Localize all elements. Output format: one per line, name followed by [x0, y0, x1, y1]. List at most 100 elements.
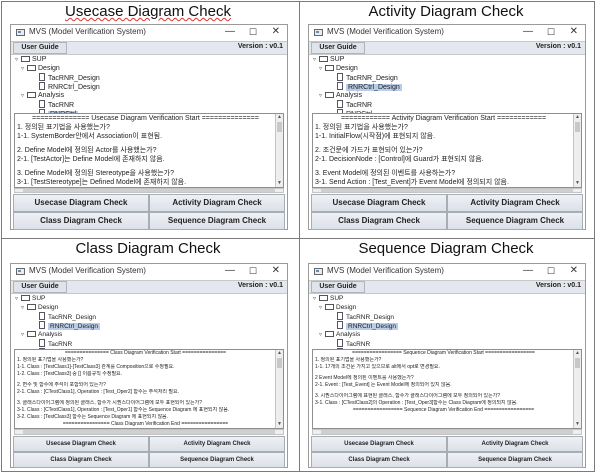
scroll-thumb[interactable] [277, 122, 282, 132]
minimize-icon[interactable]: — [225, 26, 235, 38]
horizontal-scrollbar[interactable] [312, 188, 582, 193]
class-check-button[interactable]: Class Diagram Check [311, 212, 447, 230]
scroll-thumb[interactable] [321, 189, 573, 192]
tree-node-tacrnr[interactable]: TacRNR [337, 100, 372, 109]
file-icon [39, 100, 45, 108]
maximize-icon[interactable]: ☐ [547, 265, 555, 277]
tree-node-rnrctrl-design[interactable]: RNRCtrl_Design [39, 321, 101, 330]
vertical-scrollbar[interactable]: ▲ ▼ [573, 350, 581, 428]
log-content: ============== Usecase Diagram Verificat… [17, 114, 274, 187]
tree-node-design[interactable]: ▿ Design [21, 303, 58, 312]
tree-node-rnrctrl-design[interactable]: RNRCtrl_Design [337, 321, 399, 330]
minimize-icon[interactable]: — [523, 26, 533, 38]
close-icon[interactable]: ✕ [570, 26, 578, 38]
vertical-scrollbar[interactable]: ▲ ▼ [275, 114, 283, 187]
activity-check-button[interactable]: Activity Diagram Check [149, 436, 285, 452]
activity-check-button[interactable]: Activity Diagram Check [447, 436, 583, 452]
scroll-thumb[interactable] [23, 189, 275, 192]
project-tree[interactable]: ▿ SUP ▿ Design TacRNR_Design RNRCtrl_Desig… [13, 294, 285, 357]
tree-node-analysis[interactable]: ▿ Analysis [21, 91, 64, 100]
tree-node-tacrnr-design[interactable]: TacRNR_Design [337, 73, 398, 82]
tree-node-analysis[interactable]: ▿ Analysis [319, 91, 362, 100]
scroll-thumb[interactable] [321, 430, 573, 434]
maximize-icon[interactable]: ☐ [547, 26, 555, 38]
scroll-up-icon[interactable]: ▲ [276, 114, 283, 121]
activity-check-button[interactable]: Activity Diagram Check [447, 194, 583, 212]
folder-icon [27, 65, 36, 71]
maximize-icon[interactable]: ☐ [249, 265, 257, 277]
tree-node-rnrctrl-design[interactable]: RNRCtrl_Design [337, 82, 402, 91]
scroll-thumb[interactable] [575, 358, 580, 368]
scroll-up-icon[interactable]: ▲ [276, 350, 283, 357]
verification-log[interactable]: ================= Sequence Diagram Verif… [312, 349, 582, 429]
tree-node-tacrnr[interactable]: TacRNR [39, 100, 74, 109]
log-line: 1. 정의된 표기법을 사용했는가? [315, 357, 382, 363]
user-guide-button[interactable]: User Guide [311, 42, 365, 54]
minimize-icon[interactable]: — [523, 265, 533, 277]
horizontal-scrollbar[interactable] [312, 429, 582, 435]
tree-node-analysis[interactable]: ▿ Analysis [21, 330, 62, 339]
maximize-icon[interactable]: ☐ [249, 26, 257, 38]
horizontal-scrollbar[interactable] [14, 188, 284, 193]
user-guide-button[interactable]: User Guide [13, 281, 67, 293]
tree-node-tacrnr[interactable]: TacRNR [39, 339, 72, 348]
project-tree[interactable]: ▿ SUP ▿ Design TacRNR_Design RNRCtrl_Desig… [311, 55, 583, 118]
user-guide-button[interactable]: User Guide [13, 42, 67, 54]
usecase-check-button[interactable]: Usecase Diagram Check [311, 194, 447, 212]
class-check-button[interactable]: Class Diagram Check [13, 452, 149, 468]
tree-node-rnrctrl-design[interactable]: RNRCtrl_Design [39, 82, 100, 91]
tree-node-design[interactable]: ▿ Design [21, 64, 60, 73]
verification-log[interactable]: ============ Activity Diagram Verificati… [312, 113, 582, 188]
scroll-up-icon[interactable]: ▲ [574, 114, 581, 121]
tree-node-sup[interactable]: ▿ SUP [15, 55, 46, 64]
tree-node-tacrnr-design[interactable]: TacRNR_Design [39, 312, 96, 321]
sequence-check-button[interactable]: Sequence Diagram Check [149, 452, 285, 468]
tree-node-analysis[interactable]: ▿ Analysis [319, 330, 360, 339]
tree-node-design[interactable]: ▿ Design [319, 64, 358, 73]
scroll-down-icon[interactable]: ▼ [276, 421, 283, 428]
verification-log[interactable]: =============== Class Diagram Verificati… [14, 349, 284, 429]
class-check-button[interactable]: Class Diagram Check [311, 452, 447, 468]
tree-node-sup[interactable]: ▿ SUP [313, 55, 344, 64]
app-window: MVS (Model Verification System) — ☐ ✕ Us… [308, 263, 586, 468]
close-icon[interactable]: ✕ [272, 265, 280, 277]
project-tree[interactable]: ▿ SUP ▿ Design TacRNR_Design RNRCtrl_Desig… [311, 294, 583, 357]
tree-node-label: Design [38, 65, 60, 72]
vertical-scrollbar[interactable]: ▲ ▼ [573, 114, 581, 187]
activity-check-button[interactable]: Activity Diagram Check [149, 194, 285, 212]
tree-node-sup[interactable]: ▿ SUP [15, 294, 45, 303]
scroll-thumb[interactable] [277, 358, 282, 368]
scroll-thumb[interactable] [575, 122, 580, 132]
scroll-up-icon[interactable]: ▲ [574, 350, 581, 357]
sequence-check-button[interactable]: Sequence Diagram Check [447, 212, 583, 230]
log-line: ============ Activity Diagram Verificati… [340, 115, 547, 122]
tree-node-label: Design [336, 304, 357, 311]
log-line: 3. 시퀀스다이어그램에 표현된 클래스, 함수가 클래스다이어그램에 모두 정… [315, 393, 501, 399]
usecase-check-button[interactable]: Usecase Diagram Check [13, 194, 149, 212]
window-title: MVS (Model Verification System) [327, 266, 444, 275]
verification-log[interactable]: ============== Usecase Diagram Verificat… [14, 113, 284, 188]
close-icon[interactable]: ✕ [570, 265, 578, 277]
project-tree[interactable]: ▿ SUP ▿ Design TacRNR_Design RNRCtrl_Desig… [13, 55, 285, 118]
scroll-down-icon[interactable]: ▼ [276, 180, 283, 187]
vertical-scrollbar[interactable]: ▲ ▼ [275, 350, 283, 428]
minimize-icon[interactable]: — [225, 265, 235, 277]
scroll-down-icon[interactable]: ▼ [574, 180, 581, 187]
usecase-check-button[interactable]: Usecase Diagram Check [13, 436, 149, 452]
sequence-check-button[interactable]: Sequence Diagram Check [447, 452, 583, 468]
close-icon[interactable]: ✕ [272, 26, 280, 38]
scroll-down-icon[interactable]: ▼ [574, 421, 581, 428]
usecase-check-button[interactable]: Usecase Diagram Check [311, 436, 447, 452]
horizontal-scrollbar[interactable] [14, 429, 284, 435]
tree-node-tacrnr[interactable]: TacRNR [337, 339, 370, 348]
user-guide-button[interactable]: User Guide [311, 281, 365, 293]
tree-node-label: RNRCtrl_Design [48, 84, 100, 91]
tree-node-tacrnr-design[interactable]: TacRNR_Design [337, 312, 394, 321]
tree-node-sup[interactable]: ▿ SUP [313, 294, 343, 303]
tree-node-design[interactable]: ▿ Design [319, 303, 356, 312]
tree-node-tacrnr-design[interactable]: TacRNR_Design [39, 73, 100, 82]
scroll-thumb[interactable] [23, 430, 275, 434]
class-check-button[interactable]: Class Diagram Check [13, 212, 149, 230]
sequence-check-button[interactable]: Sequence Diagram Check [149, 212, 285, 230]
file-icon [39, 321, 45, 329]
